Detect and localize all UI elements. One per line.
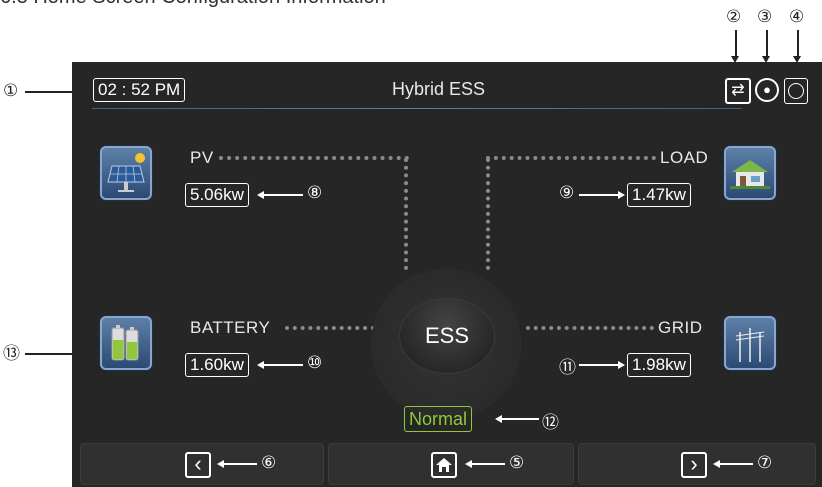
callout-8: ⑧ bbox=[307, 183, 323, 202]
header-divider bbox=[92, 108, 742, 109]
home-icon[interactable] bbox=[431, 452, 457, 478]
grid-label: GRID bbox=[658, 318, 703, 337]
callout-2: ② bbox=[726, 7, 742, 26]
chevron-left-icon[interactable]: ‹ bbox=[185, 452, 211, 478]
callout-5: ⑤ bbox=[509, 453, 525, 472]
grid-power-value: 1.98kw bbox=[627, 353, 691, 377]
load-power-value: 1.47kw bbox=[627, 183, 691, 207]
callout-line-12 bbox=[501, 418, 539, 420]
callout-arrow-11 bbox=[618, 361, 625, 369]
callout-line-9 bbox=[579, 194, 619, 196]
clock-display: 02 : 52 PM bbox=[93, 78, 186, 102]
callout-line-5 bbox=[471, 463, 505, 465]
ess-center-hub[interactable]: ESS bbox=[399, 298, 495, 374]
load-flow-dots-vertical bbox=[486, 158, 490, 270]
callout-13: ⑬ bbox=[3, 344, 20, 363]
load-label: LOAD bbox=[660, 148, 709, 167]
callout-3: ③ bbox=[757, 7, 773, 26]
power-tower-icon bbox=[724, 316, 776, 370]
pv-power-value: 5.06kw bbox=[185, 183, 249, 207]
callout-arrow-9 bbox=[618, 191, 625, 199]
callout-10: ⑩ bbox=[307, 353, 323, 372]
refresh-icon[interactable]: ⇄ bbox=[725, 78, 751, 104]
callout-line-8 bbox=[263, 194, 303, 196]
callout-6: ⑥ bbox=[261, 453, 277, 472]
callout-9: ⑨ bbox=[559, 183, 575, 202]
battery-flow-dots bbox=[285, 326, 375, 330]
pv-flow-dots bbox=[219, 156, 409, 160]
callout-line-6 bbox=[223, 463, 257, 465]
callout-line-4 bbox=[797, 30, 799, 58]
callout-line-2 bbox=[735, 30, 737, 58]
battery-power-value: 1.60kw bbox=[185, 353, 249, 377]
load-flow-dots bbox=[486, 156, 656, 160]
battery-icon bbox=[100, 316, 152, 370]
globe-icon[interactable]: ● bbox=[755, 78, 779, 102]
page-title: Hybrid ESS bbox=[392, 79, 486, 99]
callout-1: ① bbox=[3, 81, 19, 100]
callout-7: ⑦ bbox=[757, 453, 773, 472]
home-button[interactable]: ⑤ bbox=[328, 443, 574, 485]
solar-panel-icon bbox=[100, 146, 152, 200]
section-heading: 6.3 Home Screen Configuration Informatio… bbox=[0, 0, 386, 9]
gauge-icon[interactable] bbox=[784, 78, 808, 104]
callout-line-10 bbox=[263, 364, 303, 366]
status-badge: Normal bbox=[404, 406, 473, 432]
callout-line-3 bbox=[766, 30, 768, 58]
chevron-right-icon[interactable]: › bbox=[681, 452, 707, 478]
house-icon bbox=[724, 146, 776, 200]
callout-4: ④ bbox=[789, 7, 805, 26]
callout-12: ⑫ bbox=[542, 413, 559, 432]
device-screen: 02 : 52 PM Hybrid ESS ⇄ ● PV 5.06kw ⑧ LO… bbox=[72, 62, 822, 487]
grid-flow-dots bbox=[526, 326, 654, 330]
pv-flow-dots-vertical bbox=[404, 158, 408, 270]
next-page-button[interactable]: › ⑦ bbox=[578, 443, 816, 485]
callout-line-11 bbox=[579, 364, 619, 366]
callout-11: ⑪ bbox=[559, 358, 576, 377]
callout-line-7 bbox=[719, 463, 753, 465]
prev-page-button[interactable]: ‹ ⑥ bbox=[80, 443, 324, 485]
pv-label: PV bbox=[190, 148, 214, 167]
battery-label: BATTERY bbox=[190, 318, 271, 337]
